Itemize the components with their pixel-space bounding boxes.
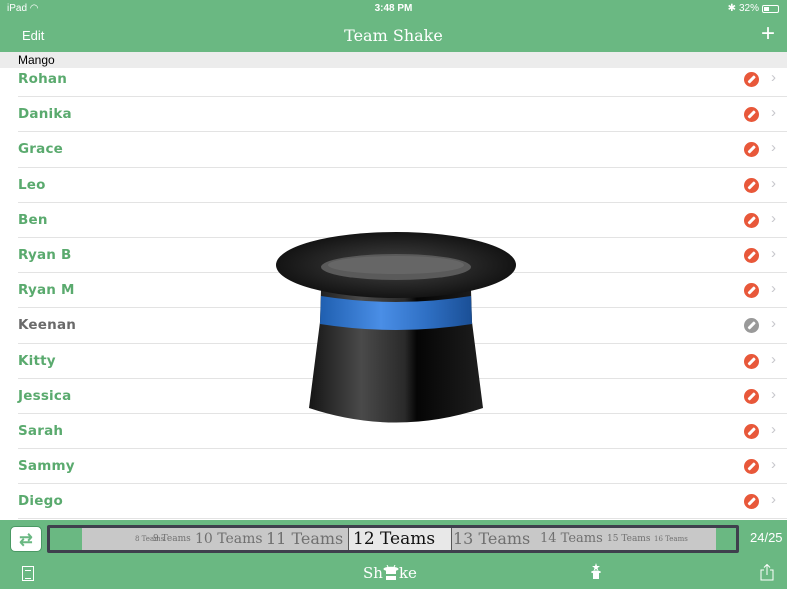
picker-option[interactable]: 11 Teams <box>266 528 343 550</box>
chevron-right-icon: › <box>771 315 776 333</box>
exclude-icon[interactable] <box>744 177 759 193</box>
picker-option[interactable]: 16 Teams <box>654 528 688 550</box>
chevron-right-icon: › <box>771 350 776 368</box>
picker-left-cap <box>50 528 82 550</box>
chevron-right-icon: › <box>771 244 776 262</box>
chevron-right-icon: › <box>771 385 776 403</box>
player-name: Keenan <box>18 317 77 334</box>
status-time: 3:48 PM <box>374 3 413 14</box>
picker-option[interactable]: 15 Teams <box>607 528 650 550</box>
picker-right-cap <box>716 528 736 550</box>
player-row[interactable]: Jessica › <box>0 379 787 414</box>
player-name: Rohan <box>18 71 68 87</box>
player-name: Jessica <box>18 387 72 404</box>
player-list: Rohan › Danika › Grace › Leo › Ben › Ryan B › Ryan M… <box>0 62 787 520</box>
player-row[interactable]: Sarah › <box>0 414 787 450</box>
bluetooth-icon: ✱ <box>727 3 736 14</box>
player-name: Grace <box>18 141 64 158</box>
list-icon[interactable] <box>22 566 34 581</box>
player-name: Danika <box>18 106 72 123</box>
navigation-bar: Edit Team Shake + <box>0 18 787 52</box>
player-row[interactable]: Diego › <box>0 484 787 520</box>
picker-option[interactable]: 13 Teams <box>453 528 530 550</box>
chevron-right-icon: › <box>771 104 776 122</box>
chevron-right-icon: › <box>771 139 776 157</box>
exclude-icon[interactable] <box>744 107 759 123</box>
exclude-icon[interactable] <box>744 72 759 87</box>
shake-label-start: Sh <box>363 564 383 582</box>
exclude-icon[interactable] <box>744 353 759 369</box>
swap-button[interactable]: ⇄ <box>10 526 42 552</box>
player-row[interactable]: Ryan B › <box>0 238 787 274</box>
exclude-icon[interactable] <box>744 247 759 263</box>
chevron-right-icon: › <box>771 456 776 474</box>
player-name: Leo <box>18 176 46 193</box>
shake-label-end: ke <box>398 564 417 582</box>
player-name: Sammy <box>18 458 75 475</box>
battery-icon <box>762 4 779 13</box>
chevron-right-icon: › <box>771 209 776 227</box>
exclude-icon[interactable] <box>744 212 759 228</box>
chevron-right-icon: › <box>771 491 776 509</box>
share-icon[interactable] <box>760 564 774 581</box>
exclude-icon[interactable] <box>744 423 759 439</box>
hat-icon <box>383 564 399 580</box>
bottom-toolbar: Sh ke <box>0 558 787 589</box>
picker-option[interactable]: 9 Teams <box>153 528 191 550</box>
player-name: Ryan B <box>18 246 72 263</box>
team-shake-screen: iPad ◠ 3:48 PM ✱ 32% Edit Team Shake + M… <box>0 0 787 589</box>
team-count-picker[interactable]: 8 Teams 9 Teams 10 Teams 11 Teams 12 Teams 13… <box>47 525 739 553</box>
picker-option[interactable]: 14 Teams <box>540 528 603 550</box>
picker-option[interactable]: 10 Teams <box>195 528 263 550</box>
exclude-icon[interactable] <box>744 494 759 510</box>
exclude-icon[interactable] <box>744 283 759 299</box>
player-row[interactable]: Keenan › <box>0 308 787 344</box>
magic-wand-icon[interactable] <box>589 563 603 581</box>
team-count-bar: ⇄ 8 Teams 9 Teams 10 Teams 11 Teams 12 Teams… <box>0 520 787 558</box>
shake-button[interactable]: Sh ke <box>363 564 417 582</box>
player-row[interactable]: Ryan M › <box>0 273 787 309</box>
player-name: Ryan M <box>18 282 75 299</box>
player-row[interactable]: Danika › <box>0 97 787 133</box>
swap-arrows-icon: ⇄ <box>19 532 33 549</box>
add-player-button[interactable]: + <box>761 20 775 48</box>
chevron-right-icon: › <box>771 420 776 438</box>
exclude-icon[interactable] <box>744 142 759 158</box>
chevron-right-icon: › <box>771 280 776 298</box>
player-row[interactable]: Leo › <box>0 168 787 203</box>
battery-indicator: ✱ 32% <box>728 3 779 14</box>
player-name: Ben <box>18 211 48 228</box>
player-row[interactable]: Sammy › <box>0 449 787 485</box>
player-row[interactable]: Grace › <box>0 132 787 168</box>
player-row[interactable]: Kitty › <box>0 344 787 379</box>
picker-option-selected[interactable]: 12 Teams <box>353 528 435 550</box>
page-title: Team Shake <box>344 26 443 45</box>
player-name: Kitty <box>18 352 56 369</box>
player-row[interactable]: Rohan › <box>0 62 787 98</box>
battery-percent: 32% <box>738 3 759 14</box>
exclude-icon[interactable] <box>744 459 759 475</box>
status-bar: iPad ◠ 3:48 PM ✱ 32% <box>0 0 787 18</box>
excluded-icon[interactable] <box>744 318 759 334</box>
chevron-right-icon: › <box>771 69 776 86</box>
exclude-icon[interactable] <box>744 388 759 404</box>
chevron-right-icon: › <box>771 174 776 192</box>
player-row[interactable]: Ben › <box>0 203 787 238</box>
player-name: Diego <box>18 493 63 510</box>
player-count: 24/25 <box>750 530 783 545</box>
player-name: Sarah <box>18 422 64 439</box>
